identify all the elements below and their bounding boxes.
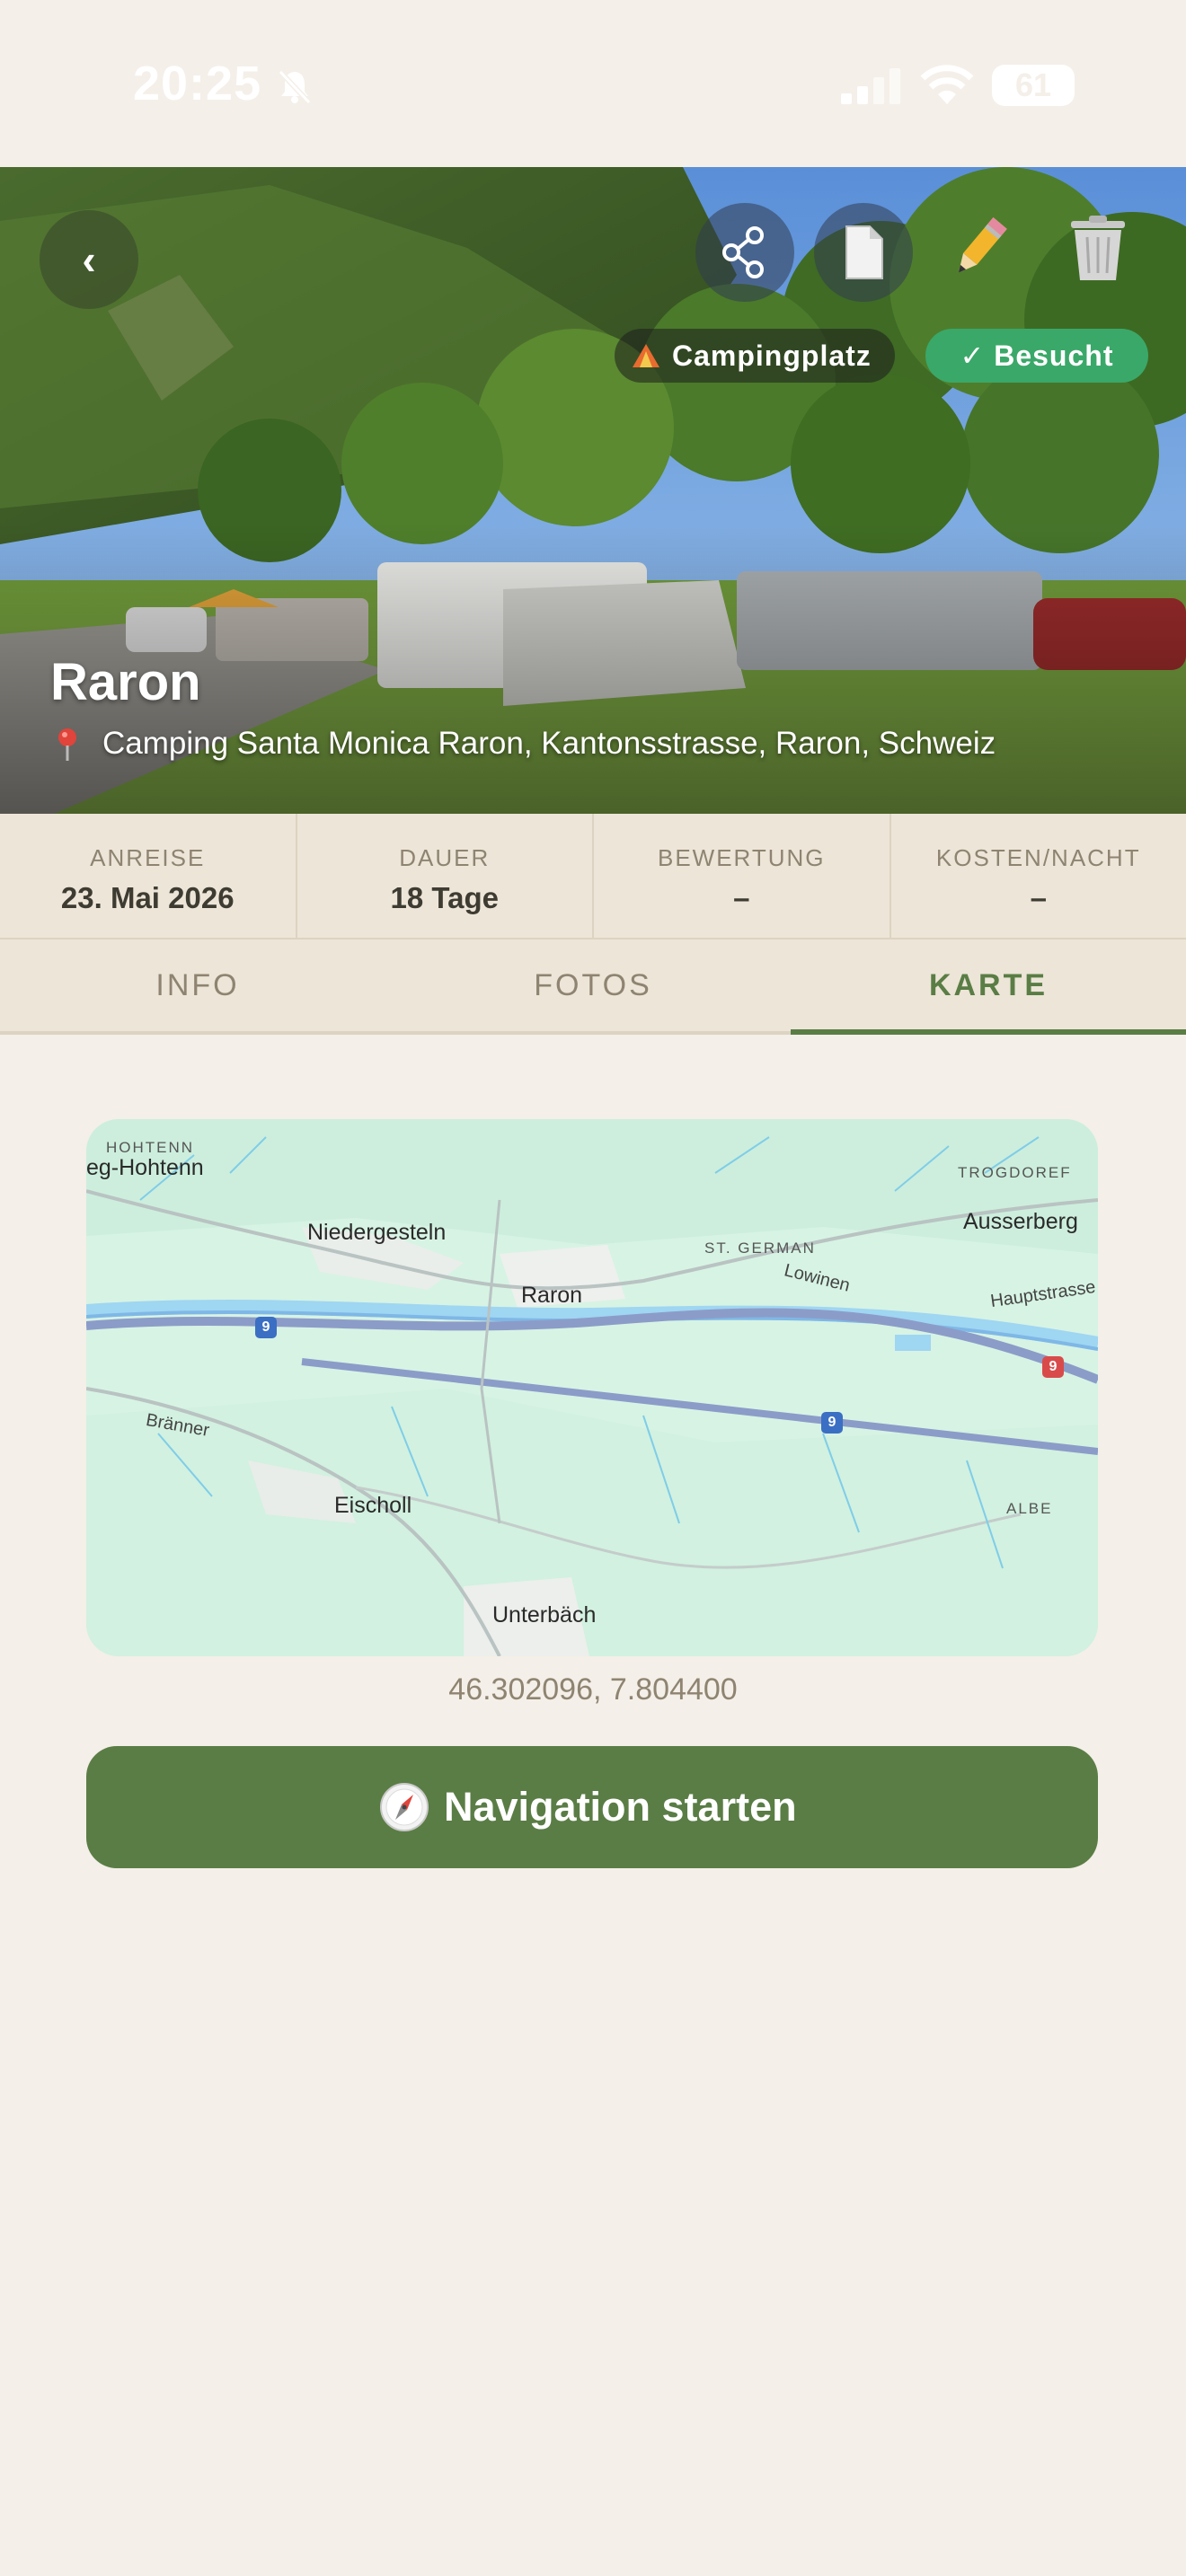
coordinates-text: 46.302096, 7.804400	[448, 1672, 738, 1707]
share-icon	[722, 226, 764, 278]
map-label-hohtenn-upper: HOHTENN	[106, 1139, 195, 1156]
category-badge-label: Campingplatz	[672, 340, 872, 372]
map-label-hohtenn: eg-Hohtenn	[86, 1155, 204, 1180]
signal-icon	[841, 68, 900, 104]
start-navigation-button[interactable]: Navigation starten	[86, 1746, 1098, 1868]
map-label-unterbach: Unterbäch	[492, 1602, 597, 1628]
stat-rating: BEWERTUNG –	[594, 814, 891, 938]
map-label-albe: ALBE	[1006, 1500, 1053, 1517]
map-label-trogdoref: TROGDOREF	[958, 1164, 1072, 1181]
place-title: Raron	[50, 653, 201, 711]
road-shield: 9	[1042, 1356, 1064, 1378]
status-time: 20:25	[133, 57, 262, 110]
stat-label: DAUER	[399, 844, 491, 871]
road-shield: 9	[821, 1412, 843, 1434]
map-label-st-german: ST. GERMAN	[704, 1239, 816, 1257]
hero-image: ‹ Campingplatz ✓ Besucht Raron Camping S…	[0, 167, 1186, 814]
stat-cost-per-night: KOSTEN/NACHT –	[891, 814, 1186, 938]
place-address: Camping Santa Monica Raron, Kantonsstras…	[102, 726, 996, 761]
map-label-niedergesteln: Niedergesteln	[307, 1220, 447, 1245]
stat-duration: DAUER 18 Tage	[297, 814, 594, 938]
trash-icon[interactable]	[1066, 212, 1130, 284]
status-bar: 20:25 61	[0, 0, 1186, 167]
category-badge: Campingplatz	[615, 329, 895, 383]
wifi-icon	[920, 65, 974, 104]
map-label-eischoll: Eischoll	[334, 1493, 412, 1518]
stat-label: BEWERTUNG	[657, 844, 826, 871]
stat-label: KOSTEN/NACHT	[935, 844, 1141, 871]
stat-value: –	[1030, 881, 1047, 914]
road-shield: 9	[255, 1317, 277, 1338]
battery-icon: 61	[992, 65, 1075, 106]
map-view[interactable]: HOHTENN eg-Hohtenn Niedergesteln Raron S…	[86, 1119, 1098, 1656]
document-icon	[845, 225, 883, 279]
stat-arrival: ANREISE 23. Mai 2026	[0, 814, 297, 938]
visited-badge: ✓ Besucht	[925, 329, 1148, 383]
stat-value: –	[733, 881, 750, 914]
tent-icon	[633, 343, 659, 367]
bell-off-icon	[278, 69, 312, 105]
stats-bar: ANREISE 23. Mai 2026 DAUER 18 Tage BEWER…	[0, 814, 1186, 940]
back-icon: ‹	[82, 236, 96, 283]
battery-level: 61	[1014, 66, 1052, 103]
map-label-ausserberg: Ausserberg	[963, 1209, 1078, 1234]
tab-info[interactable]: INFO	[0, 940, 395, 1031]
tab-photos[interactable]: FOTOS	[395, 940, 791, 1031]
tab-bar: INFO FOTOS KARTE	[0, 940, 1186, 1035]
compass-icon	[380, 1783, 429, 1831]
share-button[interactable]	[695, 203, 794, 302]
export-pdf-button[interactable]	[814, 203, 913, 302]
stat-value: 18 Tage	[390, 881, 499, 914]
map-canvas	[86, 1119, 1098, 1656]
tab-map[interactable]: KARTE	[791, 940, 1186, 1035]
stat-value: 23. Mai 2026	[60, 881, 235, 914]
map-label-raron: Raron	[521, 1283, 583, 1308]
stat-label: ANREISE	[90, 844, 206, 871]
start-navigation-label: Navigation starten	[444, 1784, 797, 1830]
pencil-icon[interactable]	[943, 212, 1015, 284]
pin-icon	[58, 728, 76, 761]
back-button[interactable]: ‹	[40, 210, 138, 309]
